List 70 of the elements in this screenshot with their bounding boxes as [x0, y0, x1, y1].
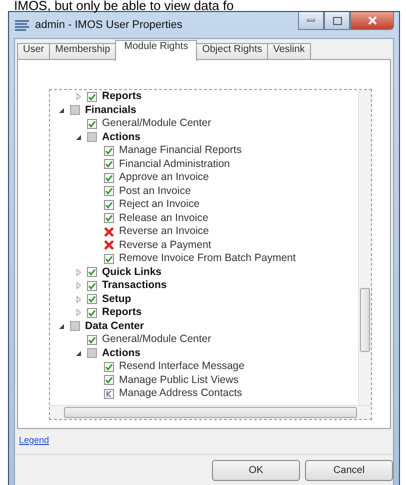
tree-item-label[interactable]: Reports [102, 90, 142, 104]
checkbox-checked-icon[interactable] [104, 200, 114, 210]
tree-item-label[interactable]: Manage Financial Reports [119, 144, 242, 158]
page-text: IMOS, but only be able to view data fo [14, 0, 235, 11]
expanded-triangle-icon[interactable] [58, 106, 64, 114]
checkbox-checked-icon[interactable] [87, 118, 97, 129]
tree-item-label[interactable]: Financial Administration [119, 158, 230, 171]
tree-item-label[interactable]: Setup [102, 292, 132, 306]
tree-item-label[interactable]: Actions [102, 346, 141, 360]
expanded-triangle-icon[interactable] [74, 134, 82, 141]
tree-item-label[interactable]: Actions [102, 130, 141, 144]
expanded-triangle-icon[interactable] [58, 322, 64, 330]
close-button[interactable] [350, 12, 394, 30]
checkbox-checked-icon[interactable] [104, 254, 114, 264]
tree-item-label[interactable]: Financials [85, 104, 136, 117]
checkbox-checked-icon[interactable] [104, 375, 114, 386]
tree-item-label[interactable]: Quick Links [102, 266, 162, 279]
checkbox-checked-icon[interactable] [104, 146, 114, 156]
tree-item-label[interactable]: Manage Public List Views [119, 374, 238, 387]
tree-item-label[interactable]: Release an Invoice [119, 212, 208, 225]
checkbox-checked-icon[interactable] [87, 280, 97, 291]
checkbox-icon[interactable] [87, 348, 97, 358]
checkbox-checked-icon[interactable] [87, 334, 97, 345]
tree-item-label[interactable]: Post an Invoice [119, 184, 191, 198]
tree-item-label[interactable]: General/Module Center [102, 117, 212, 130]
minimize-icon [307, 19, 315, 22]
checkbox-checked-icon[interactable] [87, 92, 97, 102]
ok-button[interactable]: OK [212, 460, 300, 480]
tree-item-label[interactable]: Reports [102, 306, 142, 320]
close-icon [368, 16, 376, 25]
tree-item-label[interactable]: Reverse a Payment [119, 238, 212, 252]
tree-item-label[interactable]: General/Module Center [102, 333, 212, 346]
checkbox-icon[interactable] [70, 321, 80, 332]
minimize-button[interactable] [298, 12, 324, 30]
collapsed-triangle-icon[interactable] [74, 268, 82, 276]
maximize-button[interactable] [324, 12, 350, 30]
maximize-icon [332, 16, 342, 24]
window-title: admin - IMOS User Properties [35, 19, 182, 31]
checkbox-checked-icon[interactable] [87, 267, 97, 278]
expanded-triangle-icon[interactable] [74, 350, 82, 357]
tree-item-label[interactable]: Data Center [85, 320, 144, 333]
vertical-scrollbar[interactable] [358, 90, 371, 405]
collapsed-triangle-icon[interactable] [74, 296, 82, 303]
collapsed-triangle-icon[interactable] [74, 93, 82, 100]
checkbox-icon[interactable] [87, 132, 97, 142]
checkbox-checked-icon[interactable] [104, 362, 114, 372]
collapsed-triangle-icon[interactable] [74, 309, 82, 316]
tree-item-label[interactable]: Reverse an Invoice [119, 225, 209, 238]
cross-icon[interactable] [104, 240, 114, 250]
tab[interactable]: Module Rights [115, 40, 198, 61]
horizontal-scrollbar[interactable] [50, 405, 371, 419]
tree-item-label[interactable]: Resend Interface Message [119, 360, 244, 374]
tree-item-label[interactable]: Reject an Invoice [119, 198, 200, 212]
checkbox-checked-icon[interactable] [104, 186, 114, 196]
tree-item-label[interactable]: Remove Invoice From Batch Payment [119, 252, 296, 266]
checkbox-checked-icon[interactable] [104, 213, 114, 224]
tree-item-label[interactable]: Manage Address Contacts [119, 387, 242, 400]
tree-item-label[interactable]: Approve an Invoice [119, 171, 209, 184]
checkbox-partial-icon[interactable] [104, 388, 114, 399]
checkbox-checked-icon[interactable] [104, 159, 114, 170]
cross-icon[interactable] [104, 226, 114, 237]
cancel-button[interactable]: Cancel [305, 460, 393, 480]
app-lines-icon [14, 19, 30, 31]
checkbox-icon[interactable] [70, 105, 80, 116]
checkbox-checked-icon[interactable] [87, 308, 97, 318]
checkbox-checked-icon[interactable] [104, 172, 114, 183]
checkbox-checked-icon[interactable] [87, 294, 97, 304]
legend-link[interactable]: Legend [19, 435, 50, 445]
tree-item-label[interactable]: Transactions [102, 279, 167, 292]
collapsed-triangle-icon[interactable] [74, 282, 82, 290]
